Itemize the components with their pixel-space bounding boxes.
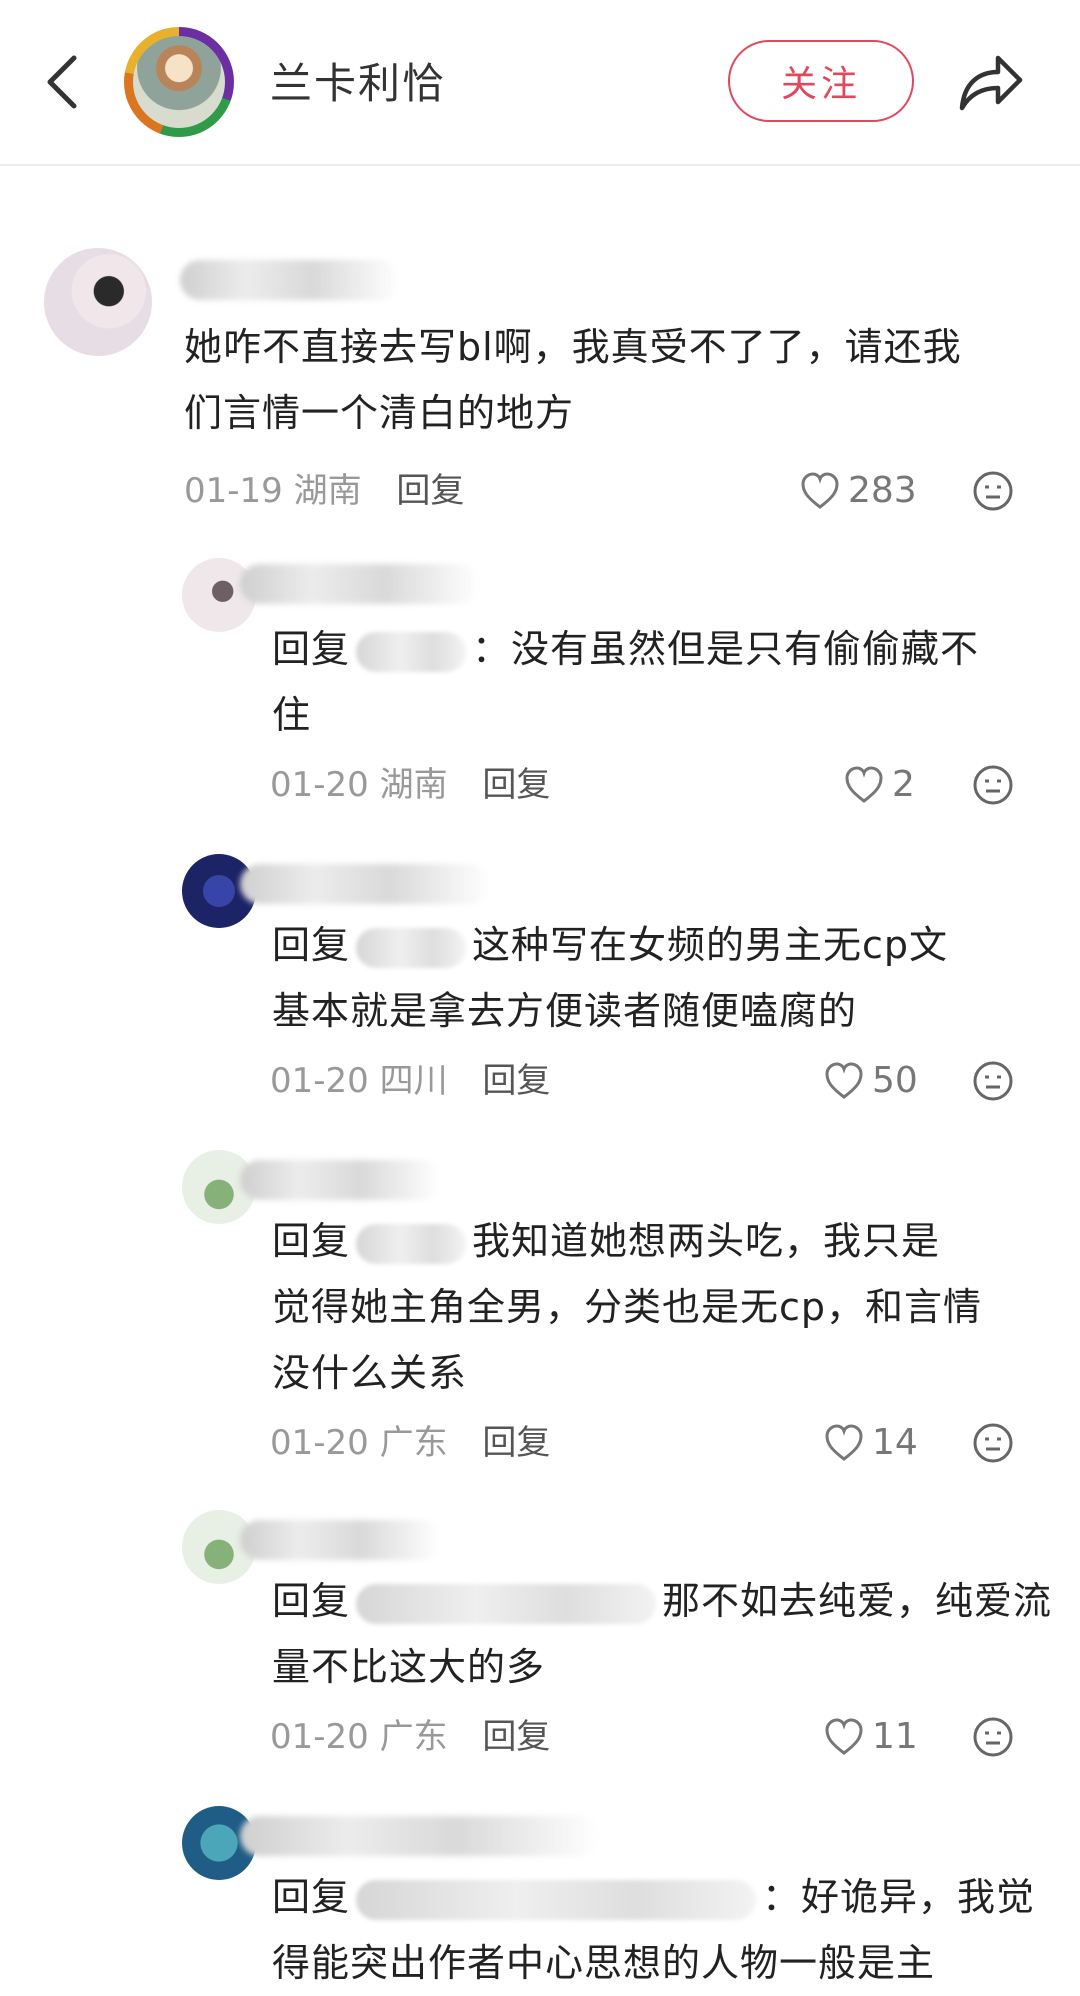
replier-name[interactable]: [240, 864, 490, 904]
reply-meta: 01-20 广东 回复: [270, 1423, 551, 1463]
mentioned-user[interactable]: [356, 631, 467, 672]
commenter-avatar[interactable]: [44, 248, 152, 356]
reply-button[interactable]: 回复: [482, 1061, 550, 1101]
author-name[interactable]: 兰卡利恰: [270, 50, 446, 111]
heart-icon: [825, 1718, 863, 1755]
reply-button[interactable]: 回复: [482, 765, 550, 805]
reply-button[interactable]: 回复: [396, 471, 464, 511]
mentioned-user[interactable]: [356, 1223, 467, 1264]
comment-line: 们言情一个清白的地方: [184, 391, 575, 435]
heart-icon: [845, 766, 883, 803]
follow-button[interactable]: 关注: [728, 40, 914, 122]
reply-meta: 01-20 广东 回复: [270, 1717, 551, 1757]
replier-name[interactable]: [240, 1816, 600, 1856]
comment-date: 01-19: [184, 471, 283, 511]
comment-region: 湖南: [293, 471, 362, 511]
heart-icon: [801, 472, 839, 509]
emoji-icon[interactable]: [972, 1716, 1014, 1758]
like-count: 283: [848, 470, 917, 511]
emoji-icon[interactable]: [972, 470, 1014, 512]
commenter-name[interactable]: [180, 260, 400, 300]
like-button[interactable]: 50: [824, 1056, 918, 1106]
reply-text: 回复 ：好诡异，我觉 得能突出作者中心思想的人物一般是主: [272, 1875, 1036, 1985]
mentioned-user[interactable]: [356, 1583, 657, 1624]
heart-icon: [825, 1424, 863, 1461]
replier-name[interactable]: [240, 1520, 440, 1560]
reply-text: 回复 ：没有虽然但是只有偷偷藏不 住: [272, 627, 980, 737]
replier-name[interactable]: [240, 564, 480, 604]
emoji-icon[interactable]: [972, 1422, 1014, 1464]
comment-meta: 01-19 湖南 回复: [184, 466, 464, 516]
reply-meta: 01-20 湖南 回复: [270, 765, 551, 805]
heart-icon: [825, 1062, 863, 1099]
author-avatar[interactable]: [124, 27, 234, 137]
like-button[interactable]: 14: [824, 1418, 918, 1468]
emoji-icon[interactable]: [972, 1060, 1014, 1102]
reply-button[interactable]: 回复: [482, 1717, 550, 1757]
share-icon[interactable]: [956, 48, 1026, 114]
like-button[interactable]: 11: [824, 1712, 918, 1762]
reply-button[interactable]: 回复: [482, 1423, 550, 1463]
replier-name[interactable]: [240, 1160, 440, 1200]
reply-text: 回复 我知道她想两头吃，我只是 觉得她主角全男，分类也是无cp，和言情 没什么关系: [272, 1219, 983, 1395]
reply-text: 回复 那不如去纯爱，纯爱流 量不比这大的多: [272, 1579, 1053, 1689]
back-arrow-icon[interactable]: [40, 52, 84, 112]
reply-text: 回复 这种写在女频的男主无cp文 基本就是拿去方便读者随便嗑腐的: [272, 923, 949, 1033]
comment-text: 她咋不直接去写bl啊，我真受不了了，请还我 们言情一个清白的地方: [184, 314, 1034, 446]
top-bar: 兰卡利恰 关注: [0, 0, 1080, 166]
reply-meta: 01-20 四川 回复: [270, 1061, 551, 1101]
like-button[interactable]: 2: [844, 760, 915, 810]
mentioned-user[interactable]: [356, 1879, 757, 1920]
like-button[interactable]: 283: [800, 466, 917, 516]
mentioned-user[interactable]: [356, 927, 467, 968]
comment-line: 她咋不直接去写bl啊，我真受不了了，请还我: [184, 325, 962, 369]
emoji-icon[interactable]: [972, 764, 1014, 806]
